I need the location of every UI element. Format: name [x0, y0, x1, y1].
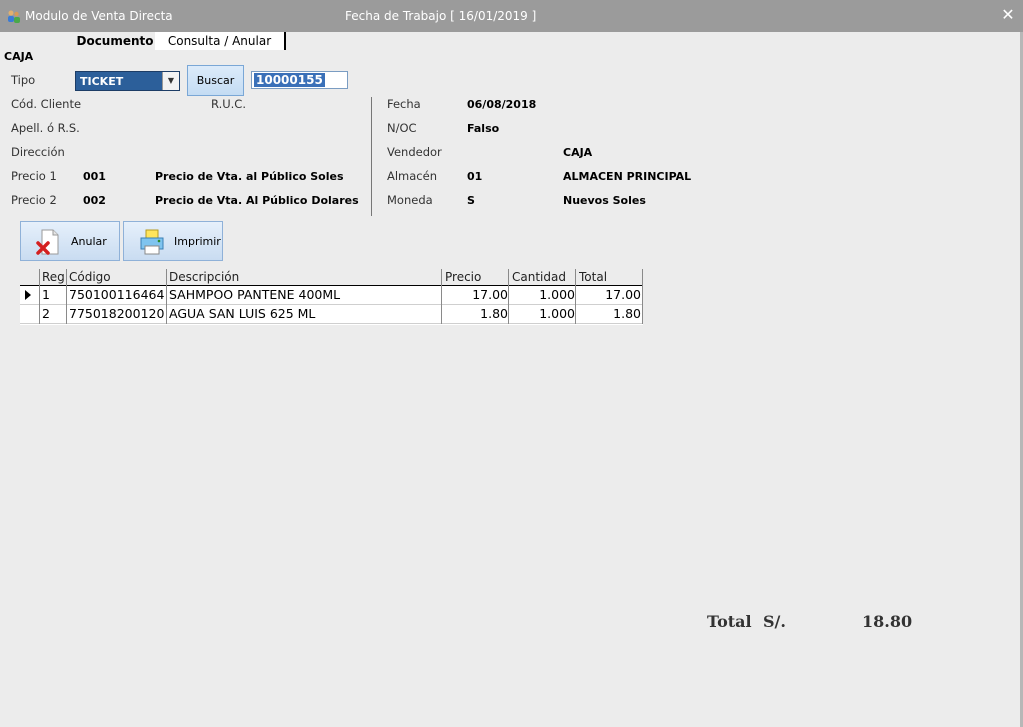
moneda-label: Moneda — [387, 193, 433, 207]
delete-document-icon — [36, 229, 59, 255]
tab-consulta-anular[interactable]: Consulta / Anular — [155, 32, 286, 50]
anular-button[interactable]: Anular — [20, 221, 120, 261]
tab-bar: Documento Consulta / Anular — [0, 32, 1020, 50]
col-descripcion-header[interactable]: Descripción — [169, 270, 439, 284]
row-total: 1.80 — [613, 306, 641, 321]
table-row[interactable]: 1 750100116464 SAHMPOO PANTENE 400ML 17.… — [20, 286, 643, 305]
fecha-label: Fecha — [387, 97, 421, 111]
col-cantidad-header[interactable]: Cantidad — [512, 270, 576, 284]
direccion-label: Dirección — [11, 145, 65, 159]
imprimir-button[interactable]: Imprimir — [123, 221, 223, 261]
table-row[interactable]: 2 775018200120 AGUA SAN LUIS 625 ML 1.80… — [20, 305, 643, 324]
work-date: Fecha de Trabajo [ 16/01/2019 ] — [345, 9, 537, 23]
fecha-value: 06/08/2018 — [467, 98, 537, 111]
imprimir-label: Imprimir — [174, 235, 221, 248]
window-title: Modulo de Venta Directa — [25, 9, 173, 23]
items-grid[interactable]: Reg Código Descripción Precio Cantidad T… — [20, 269, 643, 325]
section-title: CAJA — [4, 50, 34, 63]
grid-column-divider — [575, 269, 576, 324]
buscar-button[interactable]: Buscar — [187, 65, 244, 96]
grid-header: Reg Código Descripción Precio Cantidad T… — [20, 269, 643, 286]
current-row-indicator-icon — [25, 290, 31, 300]
buscar-label: Buscar — [196, 74, 235, 87]
col-codigo-header[interactable]: Código — [69, 270, 165, 284]
precio2-label: Precio 2 — [11, 193, 57, 207]
app-people-icon — [8, 10, 20, 23]
doc-number-input[interactable]: 10000155 — [251, 71, 348, 89]
precio2-desc: Precio de Vta. Al Público Dolares — [155, 194, 359, 207]
almacen-code: 01 — [467, 170, 483, 183]
apell-label: Apell. ó R.S. — [11, 121, 80, 135]
row-descripcion: SAHMPOO PANTENE 400ML — [169, 287, 341, 302]
col-reg-header[interactable]: Reg — [42, 270, 66, 284]
total-currency: S/. — [763, 612, 786, 631]
almacen-name: ALMACEN PRINCIPAL — [563, 170, 692, 183]
title-bar: Modulo de Venta Directa Fecha de Trabajo… — [0, 0, 1023, 32]
vendedor-label: Vendedor — [387, 145, 442, 159]
tipo-value: TICKET — [80, 75, 124, 88]
tipo-select[interactable]: TICKET ▼ — [75, 71, 180, 91]
form-divider — [371, 97, 372, 216]
ruc-label: R.U.C. — [211, 97, 246, 111]
row-cantidad: 1.000 — [539, 306, 575, 321]
row-descripcion: AGUA SAN LUIS 625 ML — [169, 306, 316, 321]
tipo-label: Tipo — [11, 73, 36, 87]
grid-column-divider — [441, 269, 442, 324]
cod-cliente-label: Cód. Cliente — [11, 97, 82, 111]
total-value: 18.80 — [862, 612, 913, 631]
precio1-desc: Precio de Vta. al Público Soles — [155, 170, 344, 183]
row-cantidad: 1.000 — [539, 287, 575, 302]
noc-label: N/OC — [387, 121, 417, 135]
moneda-code: S — [467, 194, 475, 207]
grid-column-divider — [66, 269, 67, 324]
row-precio: 1.80 — [480, 306, 508, 321]
vendedor-value: CAJA — [563, 146, 593, 159]
row-codigo: 750100116464 — [69, 287, 165, 302]
row-reg: 2 — [42, 306, 50, 321]
tab-documento[interactable]: Documento — [76, 32, 154, 50]
grid-column-divider — [39, 269, 40, 324]
grid-column-divider — [508, 269, 509, 324]
anular-label: Anular — [71, 235, 107, 248]
noc-value: Falso — [467, 122, 500, 135]
close-icon[interactable]: ✕ — [1000, 7, 1016, 23]
col-total-header[interactable]: Total — [579, 270, 641, 284]
precio1-label: Precio 1 — [11, 169, 57, 183]
row-total: 17.00 — [605, 287, 641, 302]
almacen-label: Almacén — [387, 169, 437, 183]
doc-number-value: 10000155 — [254, 73, 325, 87]
row-reg: 1 — [42, 287, 50, 302]
printer-icon — [140, 229, 164, 255]
grid-column-divider — [166, 269, 167, 324]
total-label: Total — [707, 612, 752, 631]
row-codigo: 775018200120 — [69, 306, 165, 321]
row-precio: 17.00 — [472, 287, 508, 302]
grid-column-divider — [642, 269, 643, 324]
moneda-name: Nuevos Soles — [563, 194, 646, 207]
col-precio-header[interactable]: Precio — [445, 270, 509, 284]
chevron-down-icon[interactable]: ▼ — [162, 72, 179, 90]
precio1-code: 001 — [83, 170, 106, 183]
precio2-code: 002 — [83, 194, 106, 207]
